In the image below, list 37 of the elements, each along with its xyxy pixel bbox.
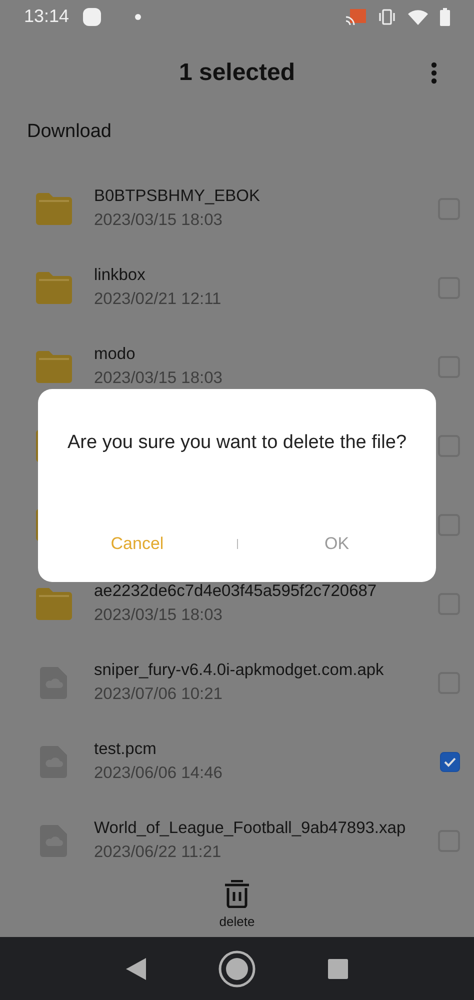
file-date: 2023/06/06 14:46 xyxy=(94,764,224,784)
recents-icon[interactable] xyxy=(328,958,348,979)
folder-icon xyxy=(34,586,74,621)
vibrate-icon xyxy=(378,8,396,25)
file-date: 2023/06/22 11:21 xyxy=(94,843,222,862)
dialog-button[interactable]: Cancel xyxy=(38,528,236,560)
back-icon[interactable] xyxy=(126,958,146,980)
file-name: ae2232de6c7d4e03f45a595f2c720687 xyxy=(94,582,378,602)
notification-icon xyxy=(83,8,102,26)
file-date: 2023/07/06 10:21 xyxy=(94,685,224,704)
wifi-icon xyxy=(408,8,428,25)
folder-path: Download xyxy=(26,120,112,144)
toolbar-title: 1 selected xyxy=(178,58,296,87)
file-name: linkbox xyxy=(94,266,146,286)
file-name: modo xyxy=(94,345,136,364)
file-date: 2023/03/15 18:03 xyxy=(94,211,224,230)
file-date: 2023/02/21 12:11 xyxy=(94,290,222,310)
file-name: World_of_League_Football_9ab47893.xap xyxy=(94,819,407,838)
file-name: test.pcm xyxy=(94,740,158,760)
file-name: sniper_fury-v6.4.0i-apkmodget.com.apk xyxy=(94,661,385,680)
delete-label[interactable]: delete xyxy=(219,914,255,930)
folder-icon xyxy=(34,270,74,305)
file-name: B0BTPSBHMY_EBOK xyxy=(94,187,261,206)
dialog-message: Are you sure you want to delete the file? xyxy=(67,432,407,454)
trash-icon[interactable] xyxy=(224,880,250,908)
file-date: 2023/03/15 18:03 xyxy=(94,369,224,388)
cast-icon xyxy=(346,8,366,25)
status-time: 13:14 xyxy=(24,6,70,28)
more-icon[interactable] xyxy=(431,62,437,84)
folder-icon xyxy=(34,350,74,384)
folder-icon xyxy=(34,192,74,226)
check-icon xyxy=(444,756,456,767)
battery-icon xyxy=(440,8,450,26)
checkbox[interactable] xyxy=(440,752,460,772)
home-icon[interactable] xyxy=(218,950,256,988)
dot-icon xyxy=(135,14,142,20)
file-date: 2023/03/15 18:03 xyxy=(94,606,224,626)
